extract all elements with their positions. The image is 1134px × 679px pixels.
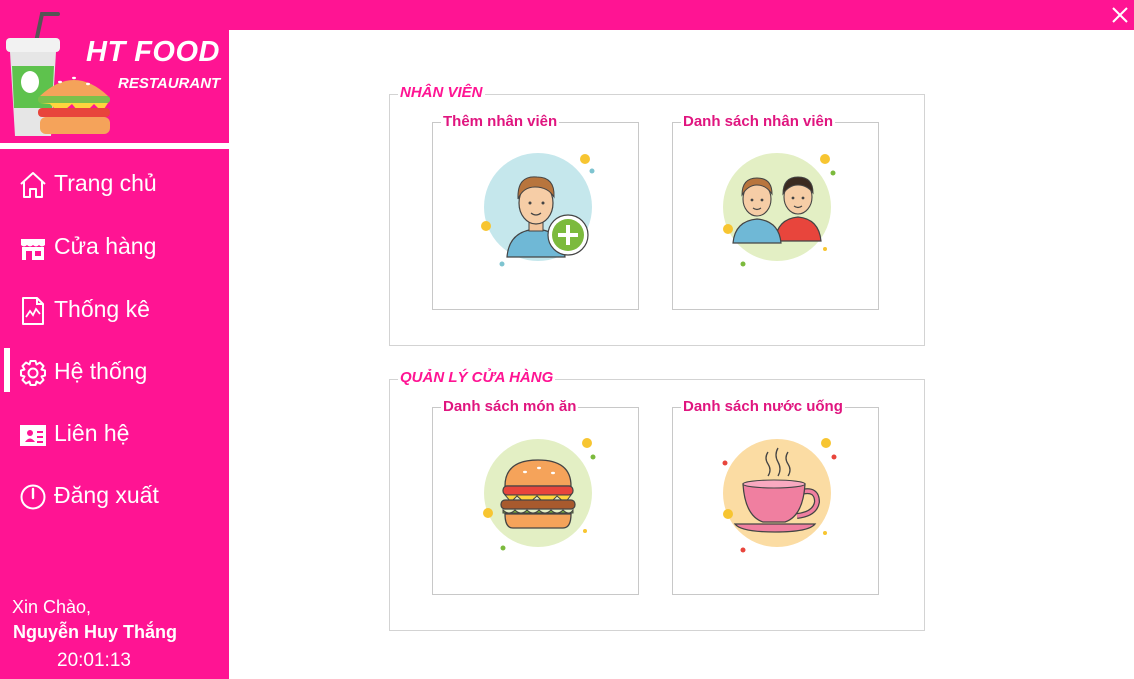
employee-list-icon xyxy=(723,153,836,267)
nav-item-store[interactable]: Cửa hàng xyxy=(0,221,229,273)
brand-title: HT FOOD xyxy=(86,36,220,68)
contact-card-icon xyxy=(20,425,46,446)
nav-item-home[interactable]: Trang chủ xyxy=(0,158,229,210)
power-icon xyxy=(20,484,46,510)
burger-icon xyxy=(483,438,596,551)
tile-title-add-employee: Thêm nhân viên xyxy=(441,113,560,130)
close-icon xyxy=(1112,7,1128,23)
store-icon xyxy=(21,239,45,260)
tile-food-list[interactable]: Danh sách món ăn xyxy=(432,398,639,595)
nav-label-system: Hệ thống xyxy=(54,358,148,384)
nav-label-logout: Đăng xuất xyxy=(54,482,159,508)
tile-title-food-list: Danh sách món ăn xyxy=(441,398,579,415)
add-employee-icon xyxy=(481,153,595,267)
coffee-cup-icon xyxy=(722,438,837,553)
group-employees: NHÂN VIÊN Thêm nhân viên Danh sách nhân … xyxy=(389,84,925,346)
tile-add-employee[interactable]: Thêm nhân viên xyxy=(432,113,639,310)
app-window: HT FOOD RESTAURANT Trang chủ Cửa hàng Th… xyxy=(0,0,1134,679)
nav-item-statistics[interactable]: Thống kê xyxy=(0,284,229,336)
gear-icon xyxy=(20,360,46,386)
group-store-management: QUẢN LÝ CỬA HÀNG Danh sách món ăn Danh s… xyxy=(389,369,925,631)
nav-item-system[interactable]: Hệ thống xyxy=(0,346,229,398)
nav-label-store: Cửa hàng xyxy=(54,233,157,259)
soda-and-burger-icon xyxy=(6,12,110,136)
nav-label-home: Trang chủ xyxy=(54,170,157,196)
tile-drink-list[interactable]: Danh sách nước uống xyxy=(672,398,879,595)
tile-title-employee-list: Danh sách nhân viên xyxy=(681,113,836,130)
nav-item-contact[interactable]: Liên hệ xyxy=(0,408,229,460)
tile-employee-list[interactable]: Danh sách nhân viên xyxy=(672,113,879,310)
user-name: Nguyễn Huy Thắng xyxy=(13,622,178,642)
logo-divider xyxy=(0,143,229,149)
clock: 20:01:13 xyxy=(57,650,131,671)
active-indicator xyxy=(4,348,10,392)
group-title-store-management: QUẢN LÝ CỬA HÀNG xyxy=(398,369,556,386)
brand-logo: HT FOOD RESTAURANT xyxy=(0,0,229,143)
nav-item-logout[interactable]: Đăng xuất xyxy=(0,470,229,522)
sidebar: HT FOOD RESTAURANT Trang chủ Cửa hàng Th… xyxy=(0,0,229,679)
tile-title-drink-list: Danh sách nước uống xyxy=(681,398,845,415)
nav-label-statistics: Thống kê xyxy=(54,296,150,322)
close-button[interactable] xyxy=(1106,0,1132,30)
home-icon xyxy=(20,172,46,198)
chart-file-icon xyxy=(22,297,44,325)
nav-label-contact: Liên hệ xyxy=(54,420,130,446)
group-title-employees: NHÂN VIÊN xyxy=(398,84,485,101)
greeting-text: Xin Chào, xyxy=(12,597,92,617)
brand-subtitle: RESTAURANT xyxy=(118,75,221,92)
